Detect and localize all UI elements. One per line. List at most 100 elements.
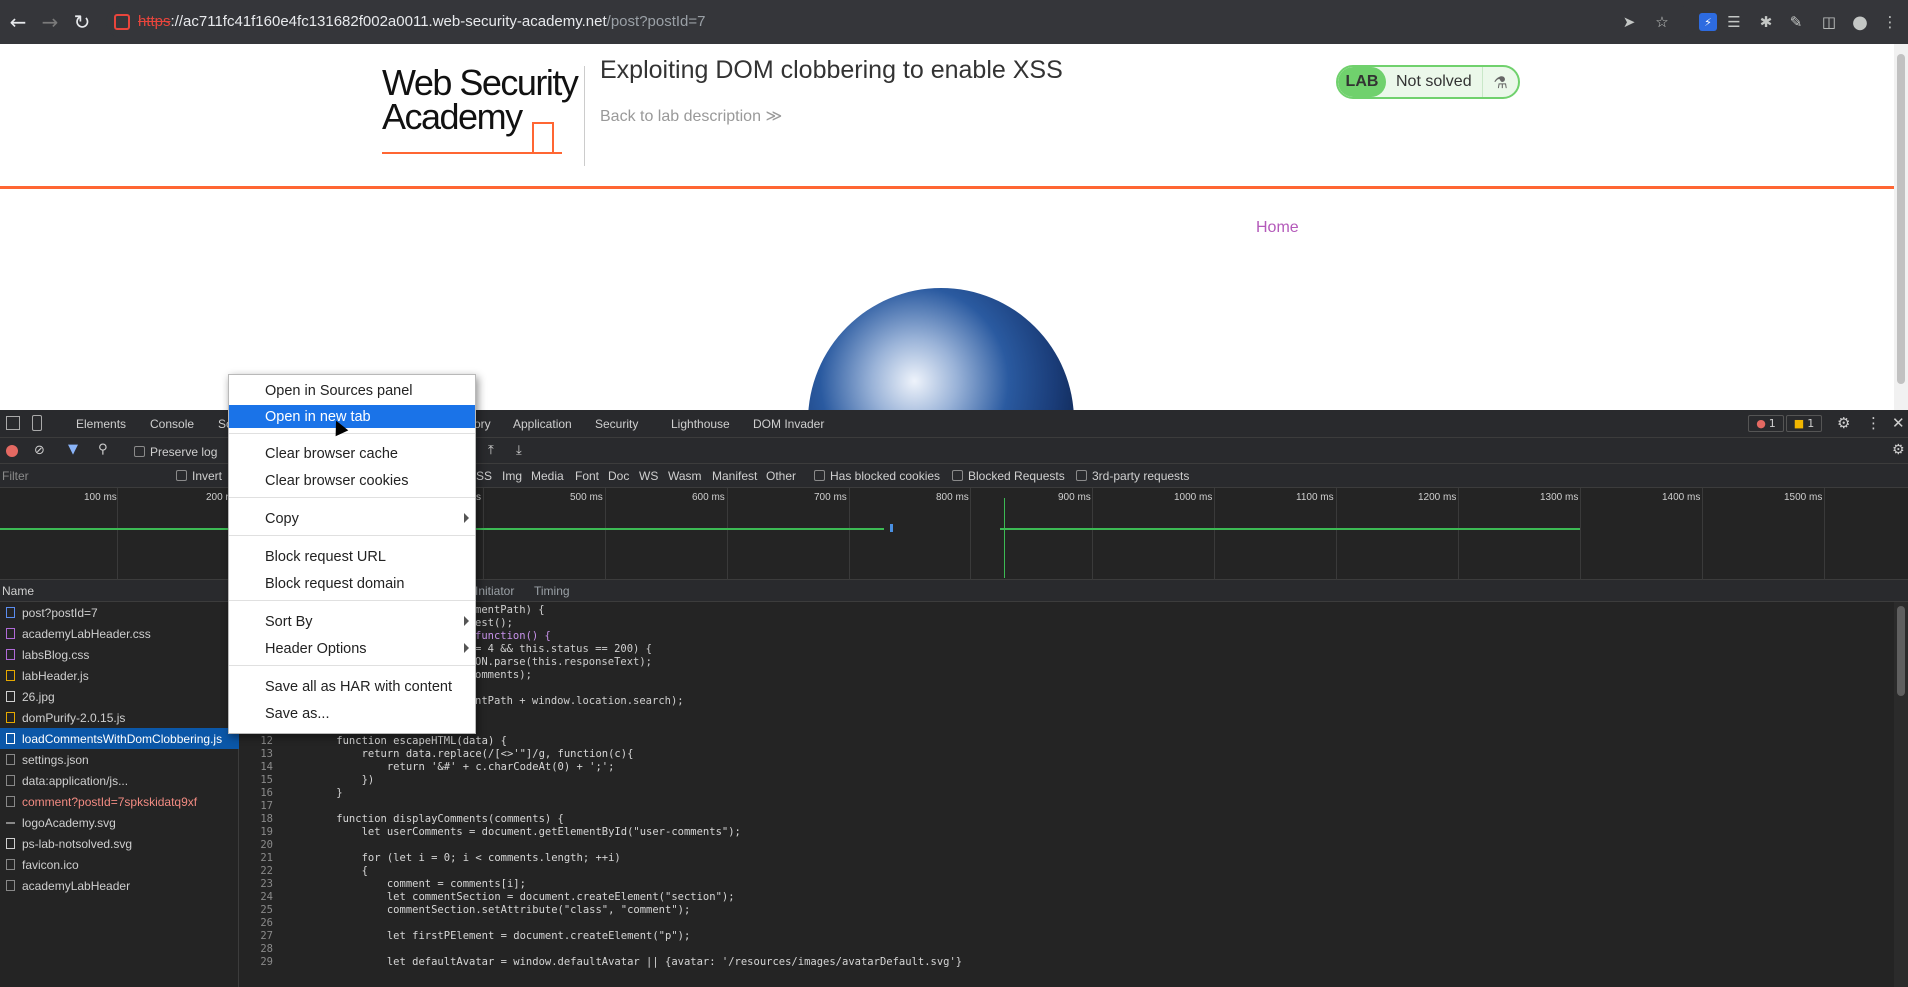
kebab-menu-icon[interactable]: ⋮ [1881, 13, 1899, 31]
request-row[interactable]: academyLabHeader [0, 875, 239, 896]
preserve-log-checkbox[interactable] [134, 446, 145, 457]
tab-application[interactable]: Application [513, 417, 572, 431]
filter-type-wasm[interactable]: Wasm [668, 469, 702, 483]
tab-console[interactable]: Console [150, 417, 194, 431]
request-row[interactable]: academyLabHeader.css [0, 623, 239, 644]
menu-header-options[interactable]: Header Options [229, 637, 475, 660]
side-panel-icon[interactable]: ◫ [1820, 13, 1838, 31]
filter-type-manifest[interactable]: Manifest [712, 469, 757, 483]
line-number: 14 [260, 761, 273, 773]
warning-counter[interactable]: ■ 1 [1786, 415, 1822, 432]
url-protocol: https [138, 13, 171, 30]
page-scrollbar[interactable] [1894, 44, 1908, 410]
tab-memory[interactable]: ory [474, 417, 491, 431]
menu-separator [229, 433, 475, 434]
request-row[interactable]: ps-lab-notsolved.svg [0, 833, 239, 854]
send-icon[interactable]: ➤ [1620, 13, 1638, 31]
tab-dom-invader[interactable]: DOM Invader [753, 417, 824, 431]
header-rule [0, 186, 1900, 189]
name-column-header[interactable]: Name [0, 580, 239, 602]
network-settings-gear-icon[interactable]: ⚙ [1892, 442, 1905, 458]
timeline-tick-label: 800 ms [936, 492, 969, 503]
request-row[interactable]: comment?postId=7spkskidatq9xf [0, 791, 239, 812]
menu-block-request-url[interactable]: Block request URL [229, 545, 475, 568]
filter-type-ws[interactable]: WS [639, 469, 658, 483]
settings-gear-icon[interactable]: ⚙ [1837, 414, 1850, 432]
extensions-puzzle-icon[interactable]: ✱ [1757, 13, 1775, 31]
close-devtools-icon[interactable]: ✕ [1892, 414, 1905, 432]
line-number: 20 [260, 839, 273, 851]
timeline-gridline [1092, 488, 1093, 580]
menu-open-in-new-tab[interactable]: Open in new tab [229, 405, 475, 428]
code-fragment: omments); [475, 669, 532, 681]
request-row[interactable]: logoAcademy.svg [0, 812, 239, 833]
request-row[interactable]: labsBlog.css [0, 644, 239, 665]
tab-initiator[interactable]: Initiator [475, 584, 514, 598]
request-row[interactable]: loadCommentsWithDomClobbering.js [0, 728, 239, 749]
stylesheet-icon [6, 628, 15, 639]
dropper-icon[interactable]: ✎ [1787, 13, 1805, 31]
line-text: let defaultAvatar = window.defaultAvatar… [311, 956, 963, 968]
submenu-arrow-icon [464, 616, 469, 626]
filter-type-other[interactable]: Other [766, 469, 796, 483]
response-preview[interactable]: mentPath) { est(); function() { = 4 && t… [239, 602, 1894, 987]
preview-scrollbar[interactable] [1894, 602, 1908, 987]
menu-separator [229, 497, 475, 498]
error-counter[interactable]: ● 1 [1748, 415, 1784, 432]
filter-funnel-icon[interactable]: ▼ [68, 442, 78, 457]
inspect-element-icon[interactable] [6, 416, 20, 430]
filter-type-font[interactable]: Font [575, 469, 599, 483]
search-icon[interactable]: ⚲ [98, 442, 108, 457]
burp-extension-icon[interactable]: ⚡ [1699, 13, 1717, 31]
forward-arrow-icon[interactable]: → [36, 8, 64, 36]
menu-save-har[interactable]: Save all as HAR with content [229, 675, 475, 698]
request-row[interactable]: labHeader.js [0, 665, 239, 686]
third-party-checkbox[interactable] [1076, 470, 1087, 481]
menu-clear-cache[interactable]: Clear browser cache [229, 442, 475, 465]
device-toggle-icon[interactable] [32, 415, 42, 431]
menu-copy[interactable]: Copy [229, 507, 475, 530]
menu-block-request-domain[interactable]: Block request domain [229, 572, 475, 595]
address-bar[interactable]: https://ac711fc41f160e4fc131682f002a0011… [106, 6, 1696, 38]
tab-lighthouse[interactable]: Lighthouse [671, 417, 730, 431]
line-number: 28 [260, 943, 273, 955]
request-row[interactable]: 26.jpg [0, 686, 239, 707]
request-row[interactable]: data:application/js... [0, 770, 239, 791]
request-row[interactable]: post?postId=7 [0, 602, 239, 623]
record-icon[interactable] [6, 445, 18, 457]
home-link[interactable]: Home [1256, 219, 1299, 237]
menu-separator [229, 600, 475, 601]
bookmark-star-icon[interactable]: ☆ [1653, 13, 1671, 31]
menu-open-in-sources[interactable]: Open in Sources panel [229, 379, 475, 402]
tab-elements[interactable]: Elements [76, 417, 126, 431]
invert-checkbox[interactable] [176, 470, 187, 481]
profile-avatar-icon[interactable]: ● [1851, 12, 1869, 33]
academy-logo[interactable]: Web Security Academy [382, 65, 582, 158]
menu-save-as[interactable]: Save as... [229, 702, 475, 725]
code-line: 29 let defaultAvatar = window.defaultAva… [239, 956, 1839, 969]
menu-clear-cookies[interactable]: Clear browser cookies [229, 469, 475, 492]
filter-type-css[interactable]: SS [476, 469, 492, 483]
menu-sort-by[interactable]: Sort By [229, 610, 475, 633]
back-arrow-icon[interactable]: ← [4, 8, 32, 36]
back-to-lab-link[interactable]: Back to lab description ≫ [600, 106, 782, 126]
line-number: 17 [260, 800, 273, 812]
reader-icon[interactable]: ☰ [1725, 13, 1743, 31]
request-name: logoAcademy.svg [22, 815, 116, 830]
devtools-menu-icon[interactable]: ⋮ [1866, 414, 1881, 432]
filter-type-doc[interactable]: Doc [608, 469, 629, 483]
request-row[interactable]: favicon.ico [0, 854, 239, 875]
reload-icon[interactable]: ↻ [68, 8, 96, 36]
tab-security[interactable]: Security [595, 417, 638, 431]
filter-input[interactable]: Filter [2, 469, 29, 483]
clear-icon[interactable]: ⊘ [34, 443, 45, 458]
has-blocked-cookies-checkbox[interactable] [814, 470, 825, 481]
tab-timing[interactable]: Timing [534, 584, 570, 598]
request-row[interactable]: settings.json [0, 749, 239, 770]
filter-type-img[interactable]: Img [502, 469, 522, 483]
request-row[interactable]: domPurify-2.0.15.js [0, 707, 239, 728]
filter-type-media[interactable]: Media [531, 469, 564, 483]
blocked-requests-checkbox[interactable] [952, 470, 963, 481]
import-har-icon[interactable]: ⤒ [488, 443, 494, 458]
export-har-icon[interactable]: ⤓ [516, 443, 522, 458]
